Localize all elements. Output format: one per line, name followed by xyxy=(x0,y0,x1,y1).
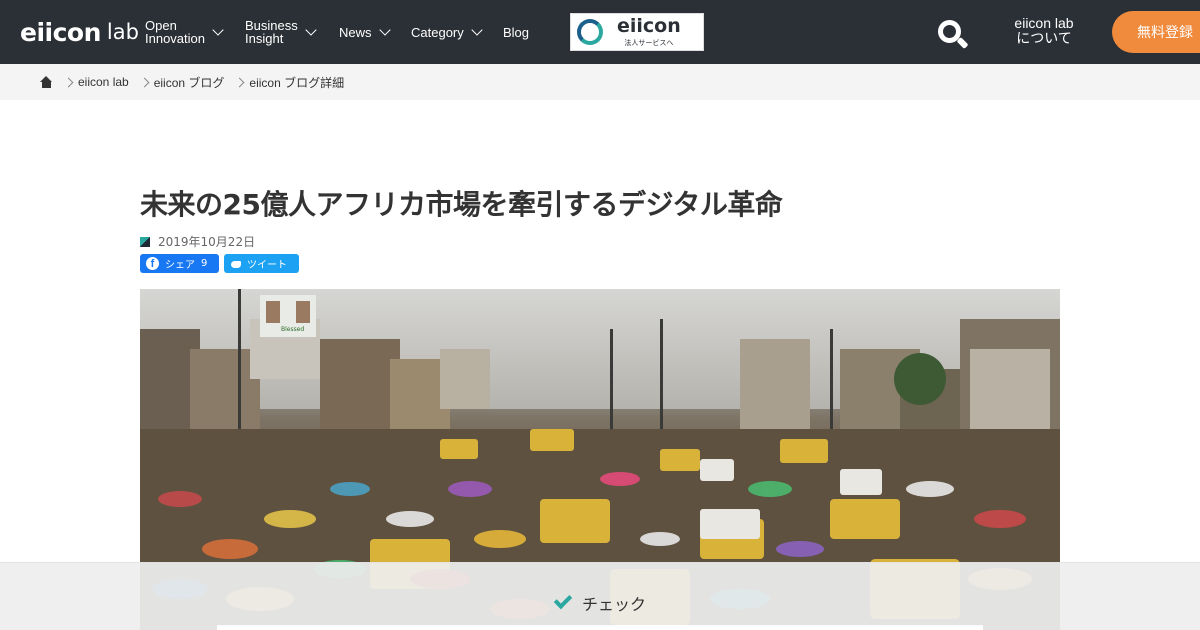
check-bar: チェック xyxy=(0,562,1200,630)
nav-blog-label: Blog xyxy=(503,24,530,40)
chevron-right-icon xyxy=(234,77,245,87)
eiicon-ring-icon xyxy=(577,19,603,45)
home-body xyxy=(42,81,51,88)
chevron-right-icon xyxy=(139,77,150,87)
search-icon[interactable] xyxy=(936,18,970,52)
facebook-share-count: 9 xyxy=(201,258,208,269)
corporate-service-banner[interactable]: eiicon 法人サービスへ xyxy=(570,13,704,51)
check-icon xyxy=(553,590,573,610)
calendar-icon xyxy=(140,236,150,247)
chevron-right-icon xyxy=(63,77,74,87)
corp-banner-name: eiicon xyxy=(617,14,681,37)
nav-news[interactable]: News xyxy=(339,0,391,64)
article-title: 未来の25億人アフリカ市場を牽引するデジタル革命 xyxy=(140,188,783,221)
nav-category[interactable]: Category xyxy=(411,0,483,64)
logo-lab-text: lab xyxy=(106,20,139,44)
about-line1: eiicon lab xyxy=(1014,15,1074,31)
check-button[interactable]: チェック xyxy=(553,590,647,615)
site-logo[interactable]: eiicon lab xyxy=(20,14,139,50)
billboard-text: Blessed xyxy=(281,326,304,333)
twitter-tweet-label: ツイート xyxy=(247,260,287,271)
about-line2: について xyxy=(1016,30,1072,46)
chevron-down-icon xyxy=(378,24,391,36)
logo-wordmark: eiicon xyxy=(20,17,101,47)
facebook-share-label: シェア xyxy=(165,260,195,271)
nav-blog[interactable]: Blog xyxy=(503,0,529,64)
nav-business-insight[interactable]: Business Insight xyxy=(245,0,317,64)
chevron-down-icon xyxy=(305,24,317,36)
corp-banner-text: eiicon 法人サービスへ xyxy=(617,14,681,48)
about-eiicon-lab-link[interactable]: eiicon lab について xyxy=(1000,16,1088,46)
nav-category-label: Category xyxy=(411,24,464,40)
facebook-share-button[interactable]: f シェア 9 xyxy=(140,254,219,273)
site-header: eiicon lab Open Innovation Business Insi… xyxy=(0,0,1200,64)
nav-open-innovation[interactable]: Open Innovation xyxy=(145,0,224,64)
twitter-icon xyxy=(230,259,242,269)
breadcrumb-item[interactable]: eiicon ブログ xyxy=(154,74,225,91)
nav-label-line2: Innovation xyxy=(145,31,205,46)
twitter-tweet-button[interactable]: ツイート xyxy=(224,254,299,273)
home-icon[interactable] xyxy=(40,76,53,88)
share-buttons: f シェア 9 ツイート xyxy=(140,254,299,273)
chevron-down-icon xyxy=(212,24,224,36)
breadcrumb-current: eiicon ブログ詳細 xyxy=(249,75,345,90)
article-date: 2019年10月22日 xyxy=(140,233,255,250)
nav-business-insight-label: Business Insight xyxy=(245,19,298,45)
check-bar-panel xyxy=(217,625,983,630)
check-label: チェック xyxy=(582,595,647,614)
article-date-text: 2019年10月22日 xyxy=(158,235,256,249)
corp-banner-sub: 法人サービスへ xyxy=(624,38,674,47)
chevron-down-icon xyxy=(471,24,483,36)
nav-label-line2: Insight xyxy=(245,31,284,46)
nav-open-innovation-label: Open Innovation xyxy=(145,19,205,45)
breadcrumb-item[interactable]: eiicon lab xyxy=(78,75,129,89)
free-register-button[interactable]: 無料登録 xyxy=(1112,11,1200,53)
nav-news-label: News xyxy=(339,24,372,40)
search-handle xyxy=(956,36,969,50)
breadcrumb: eiicon lab eiicon ブログ eiicon ブログ詳細 xyxy=(0,64,1200,100)
facebook-icon: f xyxy=(146,257,159,270)
